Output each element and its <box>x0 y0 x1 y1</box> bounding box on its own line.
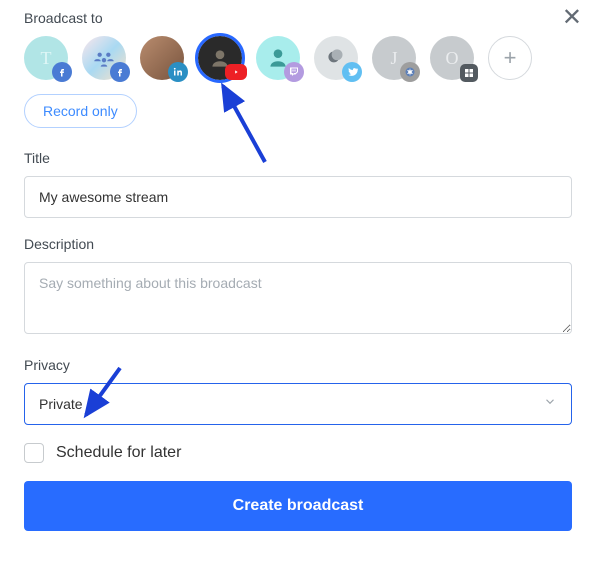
dest-user-twitch[interactable] <box>256 36 300 80</box>
title-label: Title <box>24 150 572 166</box>
twitch-icon <box>284 62 304 82</box>
privacy-select[interactable]: Private <box>24 383 572 425</box>
broadcast-to-label: Broadcast to <box>24 10 572 26</box>
dest-group-facebook[interactable] <box>82 36 126 80</box>
spiral-icon <box>400 62 420 82</box>
dest-o-grid[interactable]: O <box>430 36 474 80</box>
linkedin-icon <box>168 62 188 82</box>
description-input[interactable] <box>24 262 572 334</box>
description-label: Description <box>24 236 572 252</box>
record-only-button[interactable]: Record only <box>24 94 137 128</box>
twitter-icon <box>342 62 362 82</box>
schedule-checkbox[interactable] <box>24 443 44 463</box>
schedule-label: Schedule for later <box>56 444 181 462</box>
facebook-icon <box>110 62 130 82</box>
privacy-value: Private <box>25 384 571 424</box>
youtube-icon <box>225 64 247 80</box>
create-broadcast-button[interactable]: Create broadcast <box>24 481 572 531</box>
add-destination-button[interactable]: + <box>488 36 532 80</box>
facebook-icon <box>52 62 72 82</box>
dest-user-linkedin[interactable] <box>140 36 184 80</box>
destination-row: T <box>24 36 572 80</box>
privacy-label: Privacy <box>24 357 572 373</box>
dest-t-facebook[interactable]: T <box>24 36 68 80</box>
grid-icon <box>460 64 478 82</box>
dest-user-twitter[interactable] <box>314 36 358 80</box>
close-icon[interactable]: ✕ <box>562 6 582 30</box>
dest-user-youtube[interactable] <box>198 36 242 80</box>
title-input[interactable] <box>24 176 572 218</box>
dest-j-custom[interactable]: J <box>372 36 416 80</box>
